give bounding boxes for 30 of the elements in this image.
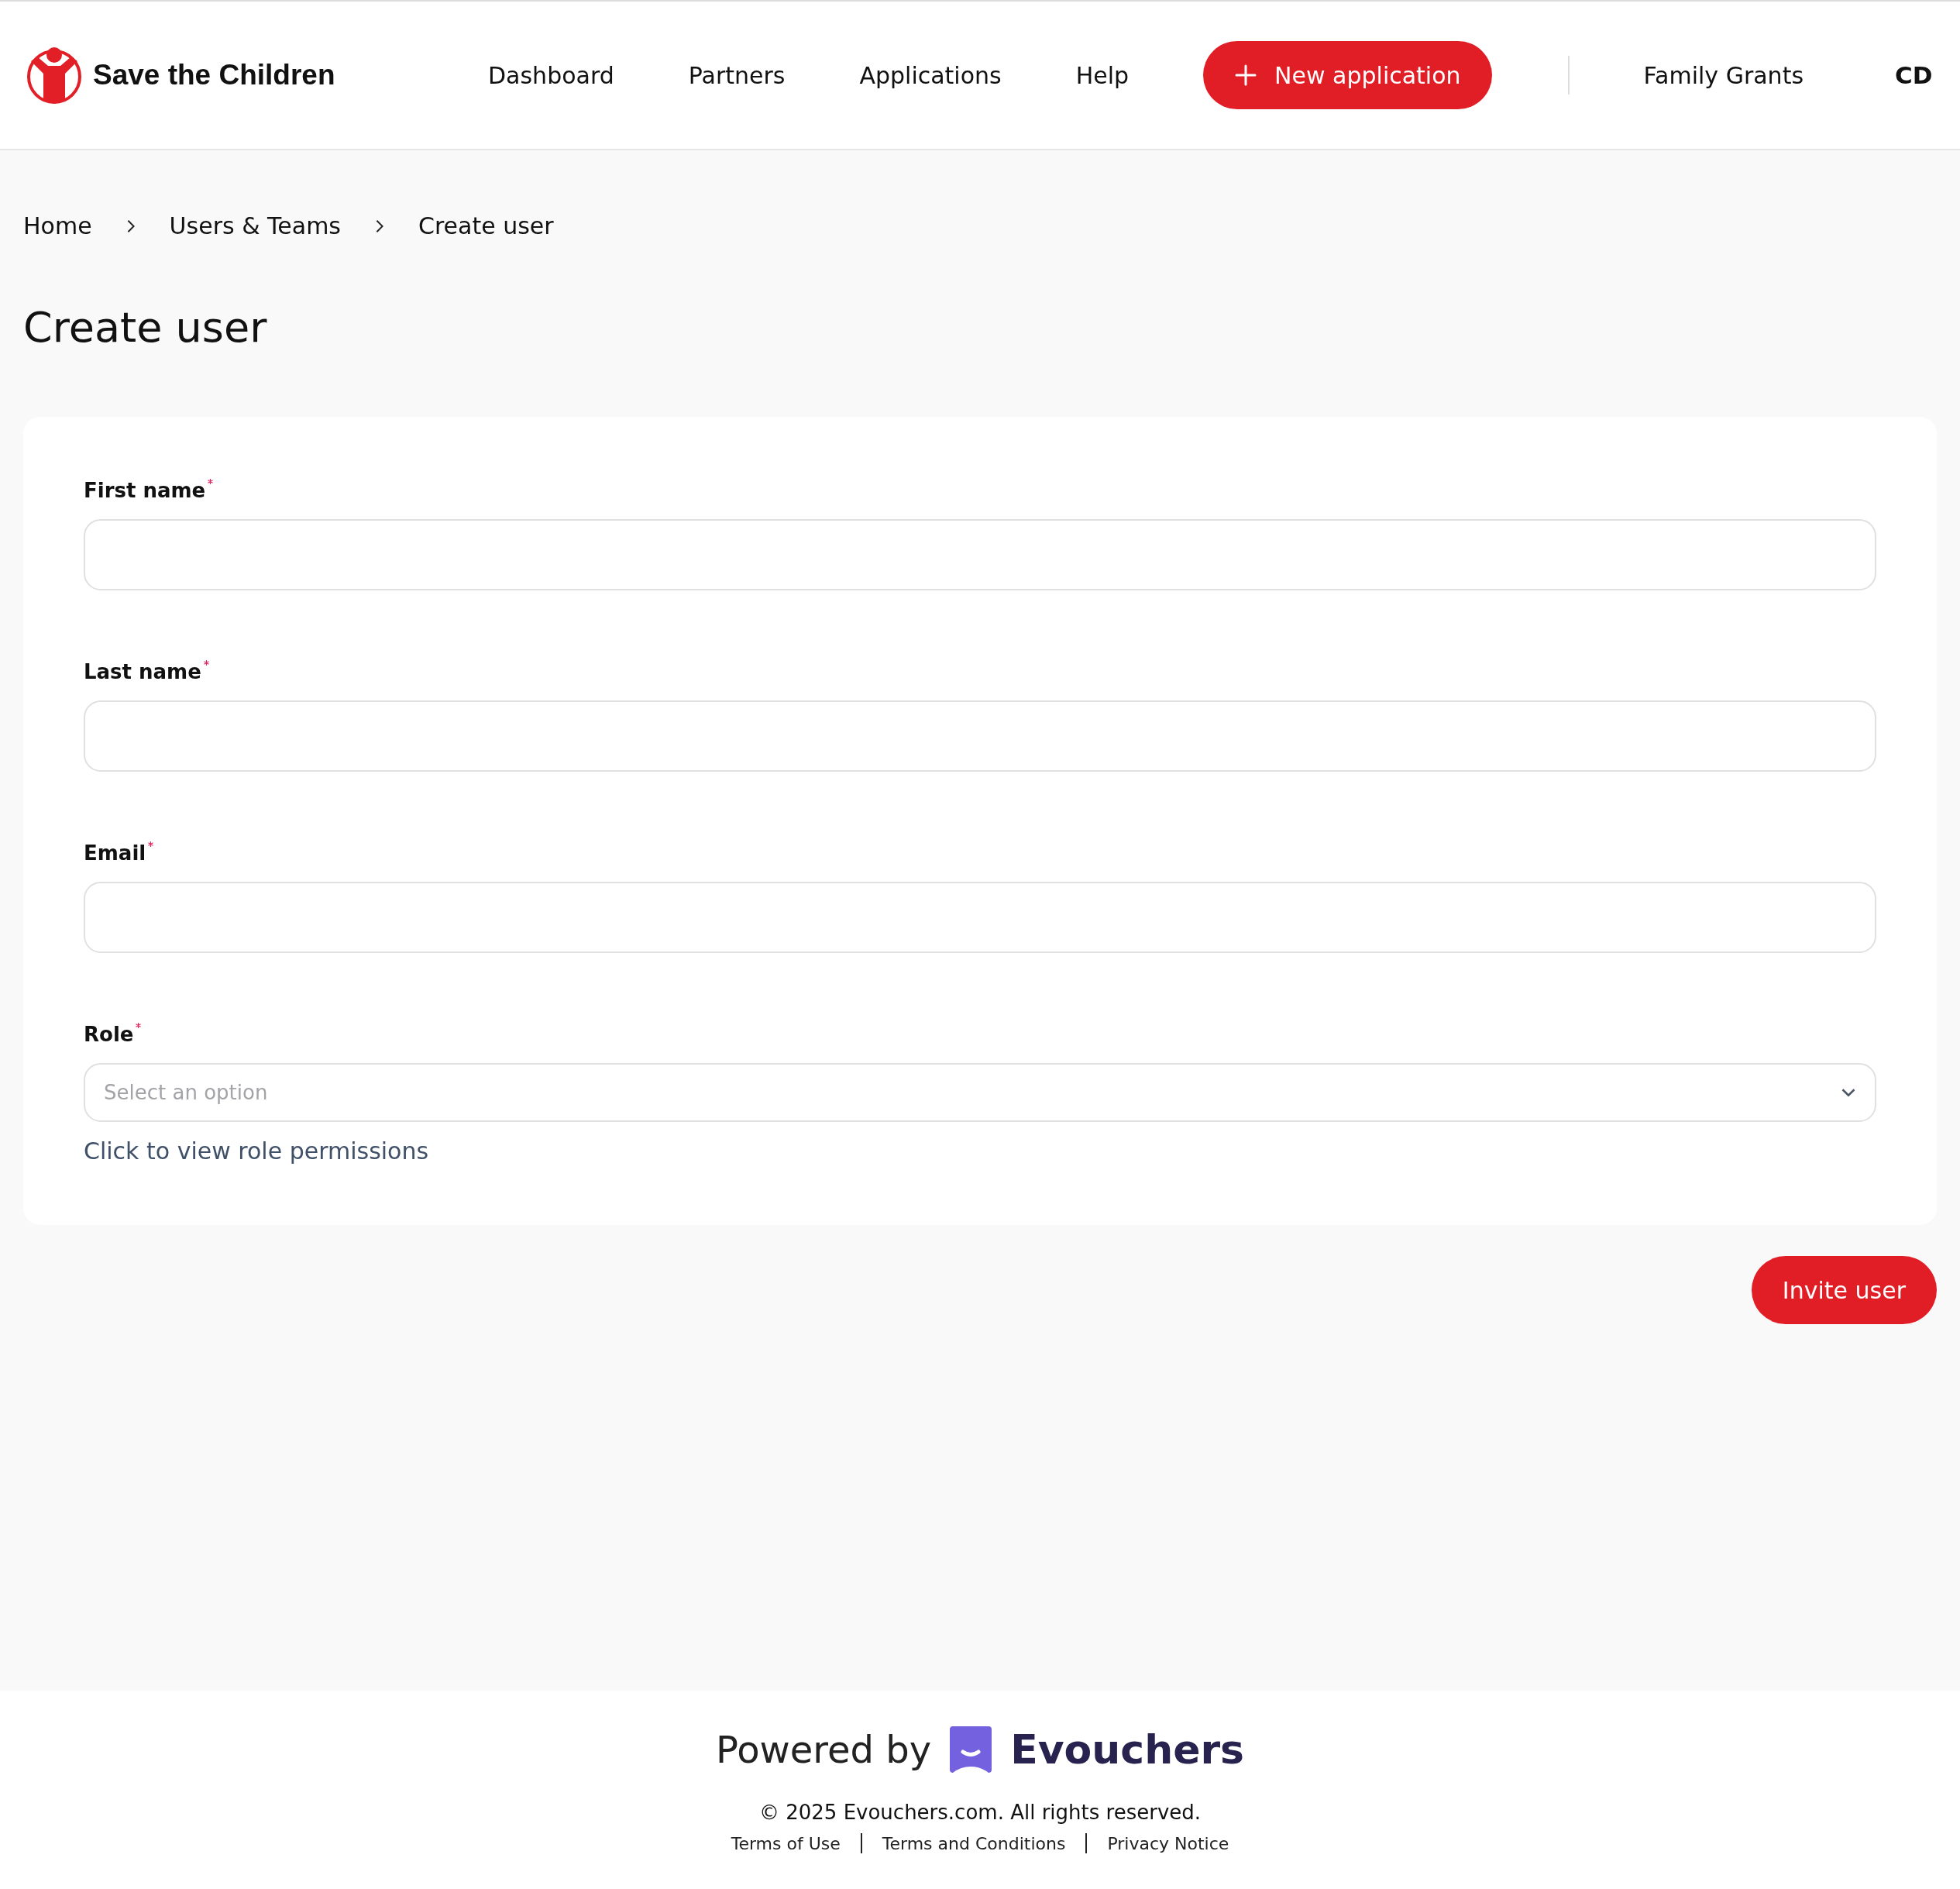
- breadcrumb-link[interactable]: Home: [23, 212, 92, 239]
- footer-link[interactable]: Privacy Notice: [1107, 1833, 1229, 1853]
- role-permissions-link[interactable]: Click to view role permissions: [84, 1137, 429, 1165]
- nav-link[interactable]: Dashboard: [488, 61, 614, 89]
- evouchers-brand-name: Evouchers: [1010, 1726, 1245, 1773]
- field-label: First name: [84, 479, 206, 502]
- breadcrumb-link[interactable]: Create user: [418, 212, 554, 239]
- new-application-button[interactable]: New application: [1203, 41, 1492, 109]
- brand-name: Save the Children: [93, 59, 335, 91]
- breadcrumb-link[interactable]: Users & Teams: [169, 212, 341, 239]
- field-label: Email: [84, 841, 146, 865]
- field-label: Role: [84, 1023, 134, 1046]
- nav-link[interactable]: Applications: [859, 61, 1002, 89]
- nav-link[interactable]: Help: [1075, 61, 1130, 89]
- plus-icon: [1234, 64, 1258, 87]
- organisation-link[interactable]: Family Grants: [1643, 61, 1804, 89]
- chevron-down-icon: [1841, 1087, 1856, 1098]
- user-initials[interactable]: CD: [1895, 61, 1933, 89]
- text-input-field[interactable]: [84, 882, 1876, 953]
- nav-link[interactable]: Partners: [688, 61, 786, 89]
- ticket-logo-icon: [950, 1726, 992, 1773]
- footer-link[interactable]: Terms of Use: [731, 1833, 841, 1853]
- page-title: Create user: [23, 303, 268, 352]
- footer-link[interactable]: Terms and Conditions: [882, 1833, 1066, 1853]
- text-input-field[interactable]: [84, 519, 1876, 590]
- invite-user-button[interactable]: Invite user: [1751, 1256, 1937, 1324]
- field-label: Last name: [84, 660, 201, 683]
- powered-by-text: Powered by: [715, 1728, 932, 1771]
- copyright-text: © 2025 Evouchers.com. All rights reserved.: [758, 1801, 1202, 1824]
- text-input-field[interactable]: [84, 700, 1876, 772]
